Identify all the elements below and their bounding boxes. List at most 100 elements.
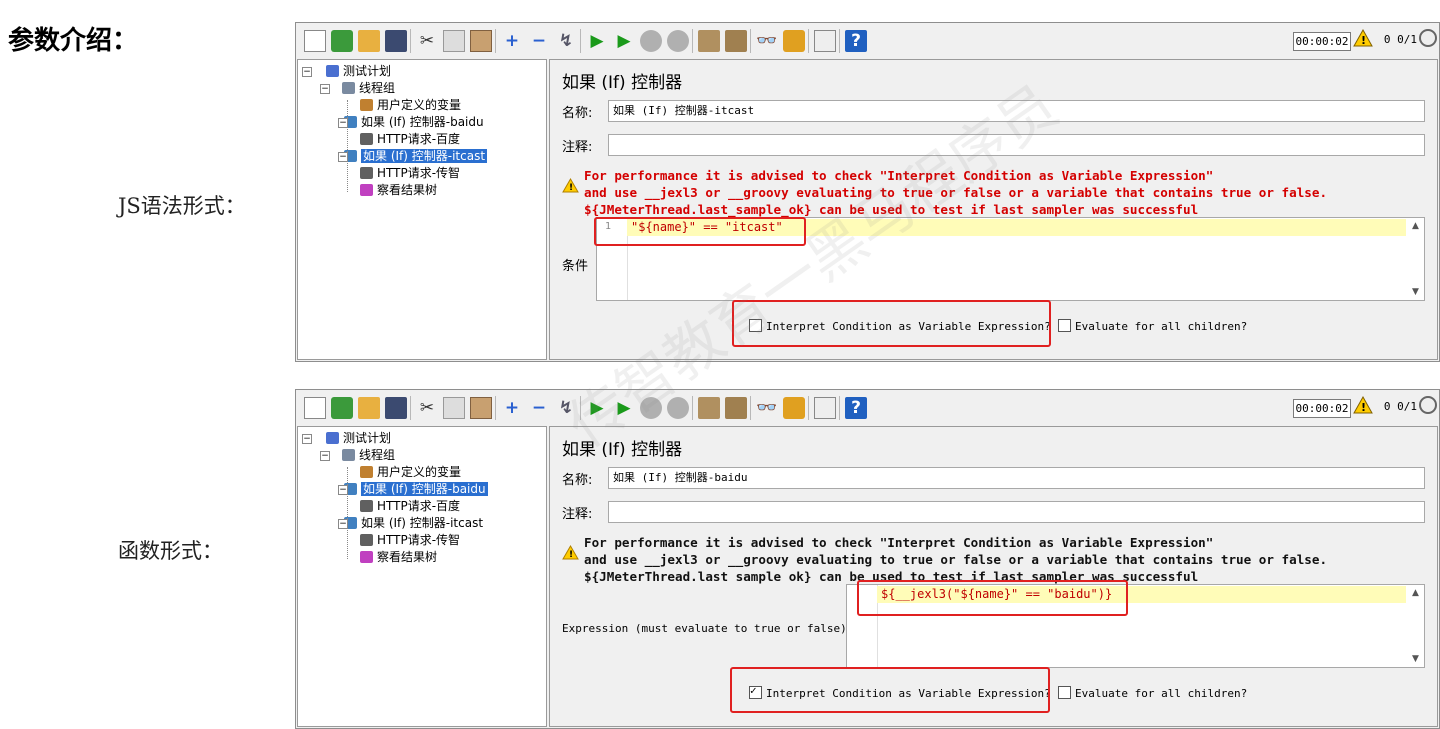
notice-line-1: For performance it is advised to check "…	[584, 535, 1214, 550]
evaluate-checkbox[interactable]	[1058, 686, 1071, 699]
tree-node[interactable]: 线程组	[342, 447, 395, 464]
open-icon[interactable]	[358, 30, 380, 52]
collapse-icon[interactable]: −	[528, 397, 550, 419]
tree-node[interactable]: HTTP请求-传智	[360, 532, 460, 549]
evaluate-label: Evaluate for all children?	[1075, 320, 1248, 333]
tree-node-label: HTTP请求-百度	[377, 132, 461, 146]
scroll-up-icon[interactable]: ▲	[1412, 221, 1419, 231]
editor-scrollbar[interactable]: ▲ ▼	[1408, 585, 1424, 667]
save-icon[interactable]	[385, 30, 407, 52]
tree-node[interactable]: 测试计划	[326, 63, 391, 80]
elapsed-timer: 00:00:02	[1293, 32, 1351, 51]
search-icon[interactable]: 👓	[756, 30, 778, 52]
templates-icon[interactable]	[331, 397, 353, 419]
remote-globe-icon[interactable]	[1419, 396, 1437, 414]
save-icon[interactable]	[385, 397, 407, 419]
tree-guide-line	[347, 100, 348, 192]
warning-icon[interactable]: !	[1353, 395, 1373, 418]
help-icon[interactable]: ?	[845, 397, 867, 419]
clear-icon[interactable]	[698, 30, 720, 52]
copy-icon[interactable]	[443, 397, 465, 419]
tree-node-label: HTTP请求-百度	[377, 499, 461, 513]
toolbar: ✂ + − ↯ ▶ ▶ 👓? 00:00:02! 0 0/1	[296, 23, 1439, 59]
new-icon[interactable]	[304, 30, 326, 52]
function-helper-icon[interactable]	[814, 30, 836, 52]
toolbar-separator	[495, 29, 496, 53]
notice-line-2: and use __jexl3 or __groovy evaluating t…	[584, 185, 1328, 200]
editor-scrollbar[interactable]: ▲ ▼	[1408, 218, 1424, 300]
shutdown-icon[interactable]	[667, 30, 689, 52]
js-syntax-caption: JS语法形式：	[118, 194, 246, 218]
evaluate-checkbox-row[interactable]: Evaluate for all children?	[1058, 686, 1247, 700]
function-helper-icon[interactable]	[814, 397, 836, 419]
tree-node[interactable]: 测试计划	[326, 430, 391, 447]
http-sampler-icon	[360, 133, 373, 145]
reset-search-icon[interactable]	[783, 397, 805, 419]
variables-icon	[360, 466, 373, 478]
open-icon[interactable]	[358, 397, 380, 419]
code-highlight-box	[857, 580, 1128, 616]
start-icon[interactable]: ▶	[586, 30, 608, 52]
scroll-up-icon[interactable]: ▲	[1412, 588, 1419, 598]
notice-line-3: ${JMeterThread.last_sample_ok} can be us…	[584, 202, 1199, 217]
tree-node-label: 用户定义的变量	[377, 98, 462, 112]
start-no-pause-icon[interactable]: ▶	[613, 30, 635, 52]
tree-node[interactable]: 如果 (If) 控制器-itcast	[344, 148, 488, 165]
jmeter-window-function: ✂ + − ↯ ▶ ▶ 👓? 00:00:02! 0 0/1 测试计划 线程组 用户定义的变量 如果 …	[295, 389, 1440, 729]
toolbar-separator	[410, 396, 411, 420]
search-icon[interactable]: 👓	[756, 397, 778, 419]
clear-icon[interactable]	[698, 397, 720, 419]
cut-icon[interactable]: ✂	[416, 30, 438, 52]
tree-node[interactable]: HTTP请求-百度	[360, 498, 460, 515]
evaluate-checkbox-row[interactable]: Evaluate for all children?	[1058, 319, 1247, 333]
panel-title: 如果 (If) 控制器	[562, 73, 683, 93]
thread-group-icon	[342, 82, 355, 94]
tree-node[interactable]: 用户定义的变量	[360, 464, 461, 481]
tree-node[interactable]: HTTP请求-传智	[360, 165, 460, 182]
stop-icon[interactable]	[640, 30, 662, 52]
clear-all-icon[interactable]	[725, 397, 747, 419]
tree-node[interactable]: 如果 (If) 控制器-baidu	[344, 114, 484, 131]
help-icon[interactable]: ?	[845, 30, 867, 52]
name-field[interactable]: 如果 (If) 控制器-baidu	[608, 467, 1425, 489]
copy-icon[interactable]	[443, 30, 465, 52]
cut-icon[interactable]: ✂	[416, 397, 438, 419]
test-plan-tree[interactable]: 测试计划 线程组 用户定义的变量如果 (If) 控制器-baidu HTTP请求-百度…	[297, 59, 547, 360]
test-plan-tree[interactable]: 测试计划 线程组 用户定义的变量 如果 (If) 控制器-baidu HTTP请求-百度…	[297, 426, 547, 727]
toggle-icon[interactable]: ↯	[555, 30, 577, 52]
collapse-icon[interactable]: −	[528, 30, 550, 52]
page-heading: 参数介绍：	[8, 26, 139, 56]
evaluate-checkbox[interactable]	[1058, 319, 1071, 332]
templates-icon[interactable]	[331, 30, 353, 52]
tree-node[interactable]: 察看结果树	[360, 182, 437, 199]
scroll-down-icon[interactable]: ▼	[1412, 654, 1419, 664]
tree-node[interactable]: 如果 (If) 控制器-itcast	[344, 515, 483, 532]
tree-node-label: 如果 (If) 控制器-baidu	[361, 482, 488, 496]
tree-guide-line	[347, 467, 348, 559]
scroll-down-icon[interactable]: ▼	[1412, 287, 1419, 297]
tree-node-label: 察看结果树	[377, 183, 438, 197]
tree-expander-icon[interactable]: −	[320, 84, 330, 94]
tree-node[interactable]: 用户定义的变量	[360, 97, 461, 114]
tree-expander-icon[interactable]: −	[320, 451, 330, 461]
new-icon[interactable]	[304, 397, 326, 419]
remote-globe-icon[interactable]	[1419, 29, 1437, 47]
paste-icon[interactable]	[470, 30, 492, 52]
tree-expander-icon[interactable]: −	[302, 67, 312, 77]
tree-node[interactable]: 察看结果树	[360, 549, 437, 566]
clear-all-icon[interactable]	[725, 30, 747, 52]
svg-text:!: !	[569, 550, 573, 560]
warning-icon: !	[562, 544, 579, 564]
paste-icon[interactable]	[470, 397, 492, 419]
expand-icon[interactable]: +	[501, 397, 523, 419]
warning-icon[interactable]: !	[1353, 28, 1373, 51]
tree-node[interactable]: 线程组	[342, 80, 395, 97]
comment-field[interactable]	[608, 501, 1425, 523]
toolbar-separator	[692, 29, 693, 53]
reset-search-icon[interactable]	[783, 30, 805, 52]
expand-icon[interactable]: +	[501, 30, 523, 52]
toolbar: ✂ + − ↯ ▶ ▶ 👓? 00:00:02! 0 0/1	[296, 390, 1439, 426]
tree-node[interactable]: HTTP请求-百度	[360, 131, 460, 148]
tree-expander-icon[interactable]: −	[302, 434, 312, 444]
tree-node[interactable]: 如果 (If) 控制器-baidu	[344, 481, 488, 498]
